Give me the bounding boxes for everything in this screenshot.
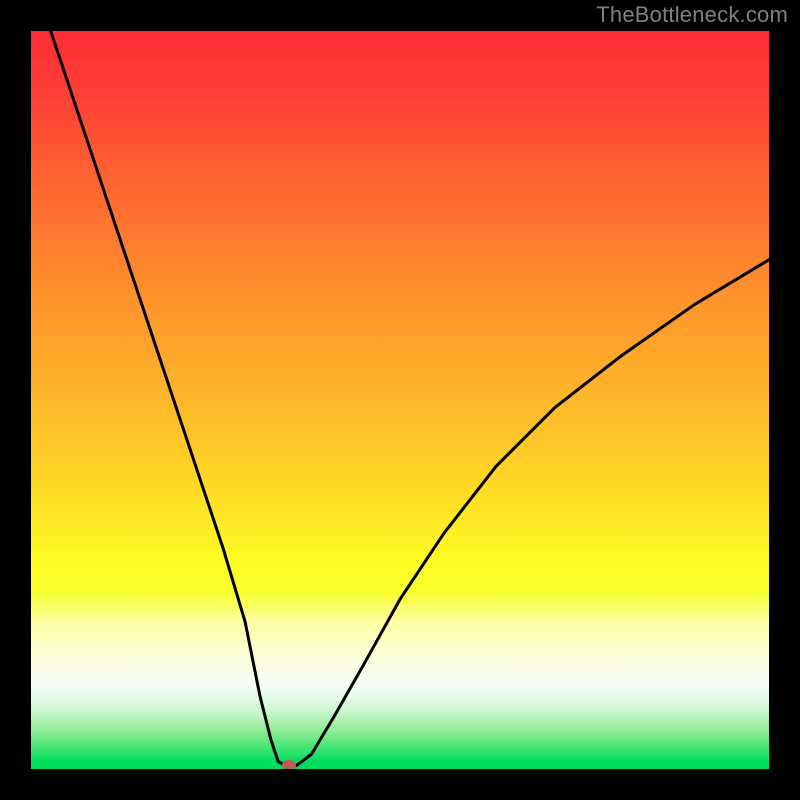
attribution-text: TheBottleneck.com <box>596 2 788 28</box>
curve-path <box>31 31 769 765</box>
chart-container: TheBottleneck.com <box>0 0 800 800</box>
bottleneck-curve <box>31 31 769 769</box>
plot-area <box>31 31 769 769</box>
optimal-point-marker <box>282 760 296 769</box>
